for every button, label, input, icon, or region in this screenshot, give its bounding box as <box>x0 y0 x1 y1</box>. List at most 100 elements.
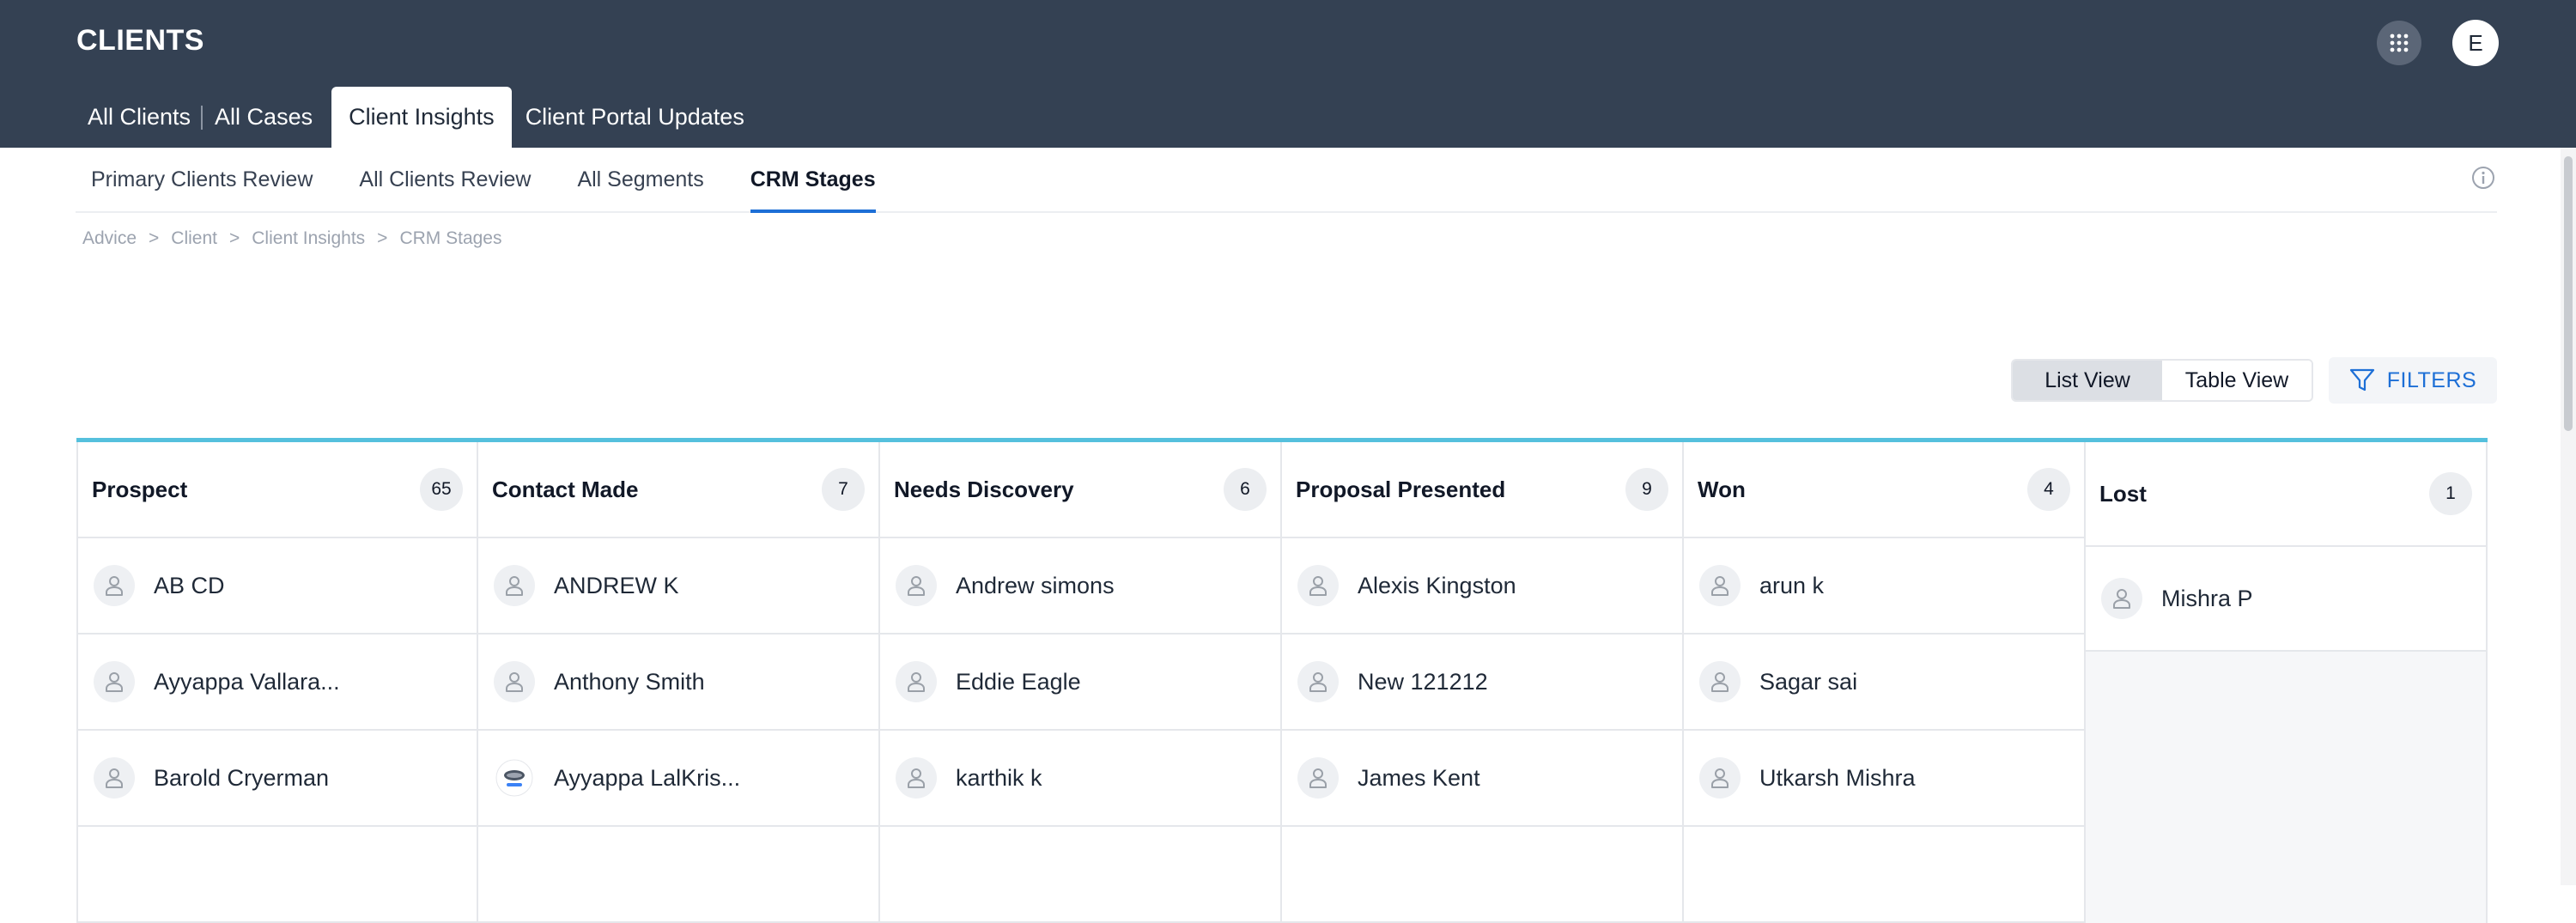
user-placeholder-icon <box>1297 565 1339 606</box>
filters-button[interactable]: FILTERS <box>2329 357 2497 404</box>
user-placeholder-icon <box>2101 578 2142 619</box>
tab-client-insights[interactable]: Client Insights <box>331 87 512 148</box>
client-card[interactable] <box>78 827 477 923</box>
tab-all-clients[interactable]: All Clients <box>76 87 204 148</box>
breadcrumb-separator: > <box>377 228 388 248</box>
client-card[interactable]: Ayyappa LalKris... <box>478 731 878 827</box>
breadcrumb-advice[interactable]: Advice <box>82 228 137 249</box>
client-card[interactable] <box>1684 827 2084 923</box>
column-count-badge: 9 <box>1625 468 1668 511</box>
breadcrumb-separator: > <box>149 228 160 248</box>
user-placeholder-icon <box>896 757 937 799</box>
client-card[interactable]: Sagar sai <box>1684 635 2084 731</box>
app-title: CLIENTS <box>76 24 204 57</box>
top-header: CLIENTS E All Clients All Cases Client I… <box>0 0 2576 148</box>
main-tabs: All Clients All Cases Client Insights Cl… <box>76 87 756 148</box>
client-card[interactable]: Barold Cryerman <box>78 731 477 827</box>
column-title: Won <box>1698 476 1746 502</box>
crm-stages-board: Prospect 65 AB CD Ayyappa Vallara... Bar… <box>76 438 2488 923</box>
filter-icon <box>2349 368 2374 392</box>
client-name: Sagar sai <box>1759 668 1858 695</box>
user-placeholder-icon <box>1297 757 1339 799</box>
column-count-badge: 1 <box>2429 472 2472 515</box>
list-view-button[interactable]: List View <box>2013 361 2162 400</box>
client-card[interactable]: Alexis Kingston <box>1282 538 1682 635</box>
client-name: karthik k <box>956 764 1042 791</box>
client-name: Anthony Smith <box>554 668 705 695</box>
client-name: AB CD <box>154 572 225 598</box>
breadcrumb-client[interactable]: Client <box>171 228 217 249</box>
client-name: Utkarsh Mishra <box>1759 764 1916 791</box>
column-count-badge: 7 <box>822 468 865 511</box>
tab-all-cases[interactable]: All Cases <box>203 87 325 148</box>
sub-tabs: Primary Clients Review All Clients Revie… <box>76 149 2497 213</box>
column-title: Contact Made <box>492 476 639 502</box>
client-card[interactable]: Andrew simons <box>880 538 1280 635</box>
user-placeholder-icon <box>494 565 535 606</box>
column-title: Prospect <box>92 476 188 502</box>
client-card[interactable]: Ayyappa Vallara... <box>78 635 477 731</box>
column-contact-made: Contact Made 7 ANDREW K Anthony Smith Ay… <box>478 442 880 923</box>
page-scrollbar[interactable] <box>2561 148 2576 885</box>
breadcrumb-separator: > <box>229 228 240 248</box>
scrollbar-thumb[interactable] <box>2564 156 2573 431</box>
empty-column-area <box>2086 652 2486 923</box>
client-photo-avatar <box>494 757 535 799</box>
column-header: Won 4 <box>1684 442 2084 538</box>
apps-grid-button[interactable] <box>2377 21 2421 65</box>
client-card[interactable]: karthik k <box>880 731 1280 827</box>
tab-client-portal-updates[interactable]: Client Portal Updates <box>513 87 756 148</box>
subtab-all-segments[interactable]: All Segments <box>562 149 719 211</box>
user-placeholder-icon <box>1699 757 1741 799</box>
client-card[interactable]: Anthony Smith <box>478 635 878 731</box>
user-placeholder-icon <box>94 661 135 702</box>
client-name: Mishra P <box>2161 585 2253 611</box>
user-placeholder-icon <box>94 565 135 606</box>
user-avatar[interactable]: E <box>2452 20 2499 66</box>
client-name: Alexis Kingston <box>1358 572 1516 598</box>
user-placeholder-icon <box>494 661 535 702</box>
client-card[interactable]: Eddie Eagle <box>880 635 1280 731</box>
subtab-crm-stages[interactable]: CRM Stages <box>735 149 891 213</box>
user-placeholder-icon <box>1699 565 1741 606</box>
client-card[interactable]: James Kent <box>1282 731 1682 827</box>
client-card[interactable]: Mishra P <box>2086 547 2486 652</box>
column-needs-discovery: Needs Discovery 6 Andrew simons Eddie Ea… <box>880 442 1282 923</box>
column-title: Proposal Presented <box>1296 476 1506 502</box>
client-card[interactable] <box>1282 827 1682 923</box>
client-card[interactable]: arun k <box>1684 538 2084 635</box>
client-card[interactable]: ANDREW K <box>478 538 878 635</box>
user-placeholder-icon <box>1297 661 1339 702</box>
column-header: Lost 1 <box>2086 442 2486 547</box>
column-count-badge: 6 <box>1224 468 1267 511</box>
client-name: James Kent <box>1358 764 1480 791</box>
column-prospect: Prospect 65 AB CD Ayyappa Vallara... Bar… <box>76 442 478 923</box>
client-name: arun k <box>1759 572 1825 598</box>
client-name: Barold Cryerman <box>154 764 330 791</box>
client-card[interactable]: Utkarsh Mishra <box>1684 731 2084 827</box>
client-card[interactable] <box>478 827 878 923</box>
filters-label: FILTERS <box>2386 367 2477 392</box>
client-card[interactable]: AB CD <box>78 538 477 635</box>
breadcrumb: Advice > Client > Client Insights > CRM … <box>82 228 501 249</box>
subtab-all-clients-review[interactable]: All Clients Review <box>343 149 546 211</box>
apps-grid-icon <box>2390 33 2409 52</box>
column-header: Prospect 65 <box>78 442 477 538</box>
client-name: New 121212 <box>1358 668 1488 695</box>
client-card[interactable] <box>880 827 1280 923</box>
subtab-primary-clients-review[interactable]: Primary Clients Review <box>76 149 328 211</box>
table-view-button[interactable]: Table View <box>2162 361 2312 400</box>
breadcrumb-client-insights[interactable]: Client Insights <box>252 228 365 249</box>
view-toggle: List View Table View <box>2011 359 2313 402</box>
column-count-badge: 65 <box>420 468 463 511</box>
column-header: Contact Made 7 <box>478 442 878 538</box>
info-button[interactable] <box>2471 166 2495 190</box>
user-placeholder-icon <box>94 757 135 799</box>
info-icon <box>2472 167 2494 189</box>
breadcrumb-crm-stages: CRM Stages <box>399 228 502 248</box>
column-count-badge: 4 <box>2027 468 2070 511</box>
client-name: ANDREW K <box>554 572 679 598</box>
column-title: Needs Discovery <box>894 476 1074 502</box>
user-placeholder-icon <box>896 661 937 702</box>
client-card[interactable]: New 121212 <box>1282 635 1682 731</box>
